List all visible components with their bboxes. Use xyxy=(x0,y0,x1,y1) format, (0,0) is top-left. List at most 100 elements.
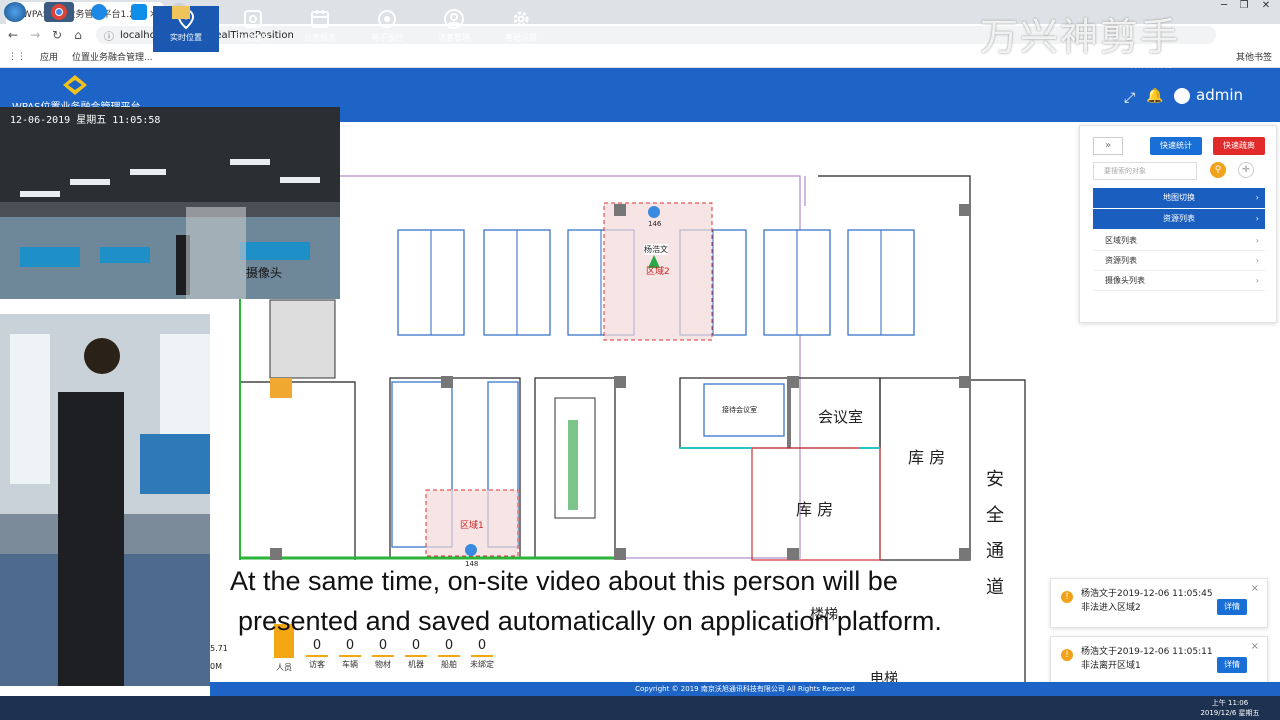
sub-item-area-list[interactable]: 区域列表 › xyxy=(1093,231,1265,251)
clock-time: 上午 11:06 xyxy=(1211,699,1249,707)
home-icon[interactable]: ⌂ xyxy=(74,28,82,42)
avatar[interactable] xyxy=(1174,88,1190,104)
stat-underline xyxy=(339,655,361,657)
stat-label: 机器 xyxy=(408,660,424,669)
copyright-footer: Copyright © 2019 南京沃旭通讯科技有限公司 All Rights… xyxy=(210,682,1280,696)
alert-text: 杨浩文于2019-12-06 11:05:45非法进入区域2 xyxy=(1081,589,1213,613)
reload-icon[interactable]: ↻ xyxy=(52,28,62,42)
scale-label: 5.71 xyxy=(210,644,228,653)
tag-id[interactable]: 146 xyxy=(648,220,661,228)
nav-visitor[interactable]: 访客管理 xyxy=(421,6,487,52)
stat-unbound[interactable]: 0 未绑定 xyxy=(467,638,497,670)
stat-value: 0 xyxy=(345,638,355,653)
subtitle-line-1: At the same time, on-site video about th… xyxy=(230,566,898,596)
zone-label-1: 区域1 xyxy=(460,521,484,531)
camera-feed-person[interactable] xyxy=(0,314,210,686)
teamviewer-taskbar-icon[interactable] xyxy=(124,2,154,22)
chevron-right-icon: › xyxy=(1255,256,1259,265)
alert-detail-button[interactable]: 详情 xyxy=(1217,657,1247,673)
stat-value: 0 xyxy=(444,638,454,653)
nav-label: 基础设置 xyxy=(505,33,537,42)
stat-underline xyxy=(372,655,394,657)
nav-label: 访客管理 xyxy=(438,33,470,42)
nav-label: 实时位置 xyxy=(170,33,202,42)
stat-value: 0 xyxy=(312,638,322,653)
close-window-button[interactable]: ✕ xyxy=(1254,0,1278,14)
map-switch-menu[interactable]: 地图切换 › xyxy=(1093,188,1265,208)
sub-label: 区域列表 xyxy=(1105,236,1137,245)
calendar-icon xyxy=(311,10,329,28)
search-input[interactable]: 要搜索的对象 xyxy=(1093,162,1197,180)
start-button-icon[interactable] xyxy=(4,2,26,22)
chevron-right-icon: › xyxy=(1255,236,1259,245)
fullscreen-icon[interactable]: ⤢ xyxy=(1124,90,1135,106)
subtitle-line-2: presented and saved automatically on app… xyxy=(238,606,942,636)
alert-card: ! 杨浩文于2019-12-06 11:05:11非法离开区域1 详情 × xyxy=(1050,636,1268,686)
warning-icon: ! xyxy=(1061,591,1073,603)
explorer-taskbar-icon[interactable] xyxy=(166,2,196,22)
stat-underline xyxy=(405,655,427,657)
close-icon[interactable]: × xyxy=(1251,583,1259,594)
nav-label: 业务报表 xyxy=(304,33,336,42)
sub-item-camera-list[interactable]: 摄像头列表 › xyxy=(1093,271,1265,291)
sub-item-resource-list[interactable]: 资源列表 › xyxy=(1093,251,1265,271)
stat-underline xyxy=(471,655,493,657)
taskbar xyxy=(0,696,1280,720)
warning-icon: ! xyxy=(1061,649,1073,661)
stat-label: 未绑定 xyxy=(470,660,494,669)
username[interactable]: admin xyxy=(1196,86,1243,104)
floor-plan-map[interactable] xyxy=(210,122,1080,682)
camera-timestamp: 12-06-2019 星期五 11:05:58 xyxy=(10,115,161,126)
locate-icon[interactable]: ✛ xyxy=(1238,162,1254,178)
bookmark-platform[interactable]: 位置业务融合管理... xyxy=(72,50,153,63)
stat-value: 0 xyxy=(378,638,388,653)
forward-icon[interactable]: → xyxy=(30,28,40,42)
close-icon[interactable]: × xyxy=(1251,641,1259,652)
gear-icon xyxy=(513,11,529,27)
alert-detail-button[interactable]: 详情 xyxy=(1217,599,1247,615)
stat-ship[interactable]: 0 船舶 xyxy=(434,638,464,670)
collapse-button[interactable]: » xyxy=(1093,137,1123,155)
stat-value: 0 xyxy=(477,638,487,653)
chrome-taskbar-icon[interactable] xyxy=(44,2,74,22)
room-label-meeting: 会议室 xyxy=(818,408,864,426)
nav-settings[interactable]: 基础设置 xyxy=(488,6,554,52)
maximize-button[interactable]: ❐ xyxy=(1232,0,1256,14)
system-clock[interactable]: 上午 11:06 2019/12/6 星期五 xyxy=(1196,698,1264,718)
room-label-reception: 接待会议室 xyxy=(722,406,757,414)
stat-label: 车辆 xyxy=(342,660,358,669)
stat-material[interactable]: 0 物材 xyxy=(368,638,398,670)
info-icon: ⓘ xyxy=(104,31,114,43)
alert-text: 杨浩文于2019-12-06 11:05:11非法离开区域1 xyxy=(1081,647,1213,671)
sub-label: 资源列表 xyxy=(1105,256,1137,265)
stat-underline xyxy=(306,655,328,657)
chevron-down-icon: › xyxy=(1255,214,1259,223)
tag-name[interactable]: 杨浩文 xyxy=(644,244,668,255)
nav-reports[interactable]: 业务报表 xyxy=(287,6,353,52)
sub-label: 摄像头列表 xyxy=(1105,276,1145,285)
nav-track[interactable]: 轨迹查询 xyxy=(220,6,286,52)
camera-label: 摄像头 xyxy=(246,266,283,280)
nav-fence[interactable]: 电子围栏 xyxy=(354,6,420,52)
user-icon xyxy=(444,9,464,29)
bell-icon[interactable]: 🔔 xyxy=(1146,88,1163,104)
stat-label: 访客 xyxy=(309,660,325,669)
skype-taskbar-icon[interactable] xyxy=(84,2,114,22)
stat-vehicle[interactable]: 0 车辆 xyxy=(335,638,365,670)
stat-machine[interactable]: 0 机器 xyxy=(401,638,431,670)
room-label-storage-2: 库 房 xyxy=(796,500,834,519)
stat-value: 0 xyxy=(411,638,421,653)
resource-list-menu[interactable]: 资源列表 › xyxy=(1093,209,1265,229)
stat-people[interactable]: 人员 xyxy=(269,662,299,673)
search-icon[interactable]: ⚲ xyxy=(1210,162,1226,178)
alert-card: ! 杨浩文于2019-12-06 11:05:45非法进入区域2 详情 × xyxy=(1050,578,1268,628)
quick-stat-button[interactable]: 快速统计 xyxy=(1150,137,1202,155)
apps-icon[interactable]: ⋮⋮ xyxy=(8,52,26,62)
quick-evacuate-button[interactable]: 快速疏离 xyxy=(1213,137,1265,155)
back-icon[interactable]: ← xyxy=(8,28,18,42)
camera-feed-office[interactable] xyxy=(0,107,340,299)
stat-label: 物材 xyxy=(375,660,391,669)
bookmark-apps[interactable]: 应用 xyxy=(40,50,58,63)
stat-visitor[interactable]: 0 访客 xyxy=(302,638,332,670)
bookmark-other[interactable]: 其他书签 xyxy=(1236,50,1272,63)
